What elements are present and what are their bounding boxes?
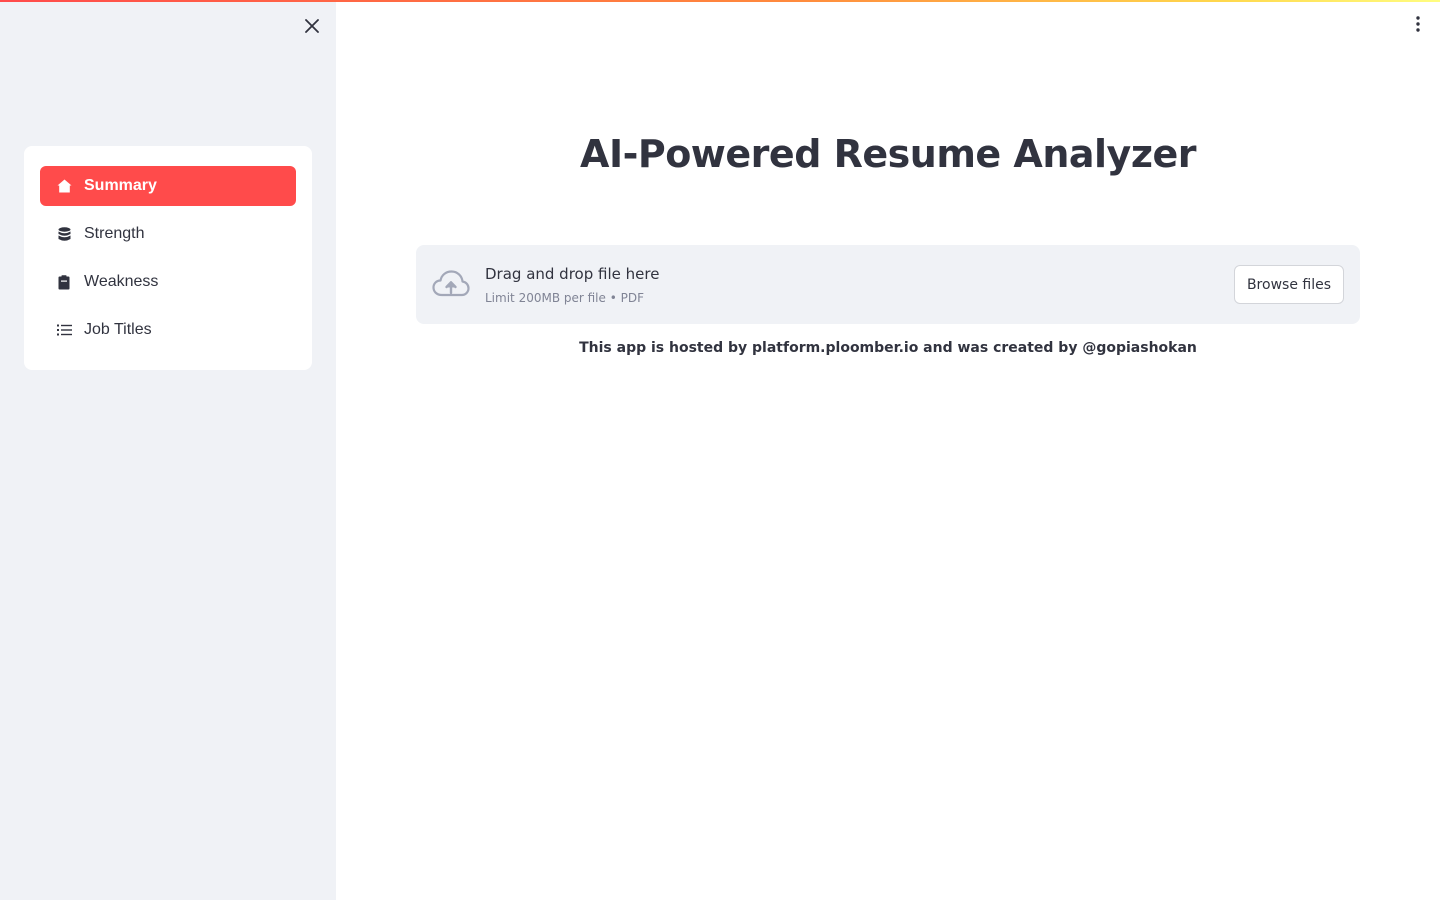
menu-item-job-titles[interactable]: Job Titles	[40, 310, 296, 350]
menu-item-label: Summary	[84, 177, 157, 194]
house-icon	[56, 178, 72, 194]
database-icon	[56, 226, 72, 242]
hosting-credit-text: This app is hosted by platform.ploomber.…	[579, 340, 1197, 356]
page-title: AI-Powered Resume Analyzer	[580, 132, 1196, 176]
list-icon	[56, 322, 72, 338]
kebab-menu-icon	[1416, 16, 1420, 32]
file-uploader-dropzone[interactable]: Drag and drop file here Limit 200MB per …	[416, 245, 1360, 324]
dropzone-instructions: Drag and drop file here	[485, 265, 660, 283]
browse-files-button[interactable]: Browse files	[1233, 265, 1344, 304]
cloud-upload-icon	[432, 270, 470, 297]
clipboard-icon	[56, 274, 72, 290]
sidebar: Summary Strength Weakness Job Titles	[0, 0, 336, 900]
close-icon	[305, 19, 319, 33]
navigation-menu: Summary Strength Weakness Job Titles	[24, 146, 312, 370]
menu-item-label: Weakness	[84, 273, 159, 290]
main-menu-button[interactable]	[1406, 12, 1430, 36]
file-limit-text: Limit 200MB per file • PDF	[485, 291, 644, 305]
menu-item-strength[interactable]: Strength	[40, 214, 296, 254]
top-decoration-bar	[0, 0, 1440, 2]
menu-item-summary[interactable]: Summary	[40, 166, 296, 206]
menu-item-label: Strength	[84, 225, 145, 242]
menu-item-weakness[interactable]: Weakness	[40, 262, 296, 302]
menu-item-label: Job Titles	[84, 321, 152, 338]
close-sidebar-button[interactable]	[300, 14, 324, 38]
